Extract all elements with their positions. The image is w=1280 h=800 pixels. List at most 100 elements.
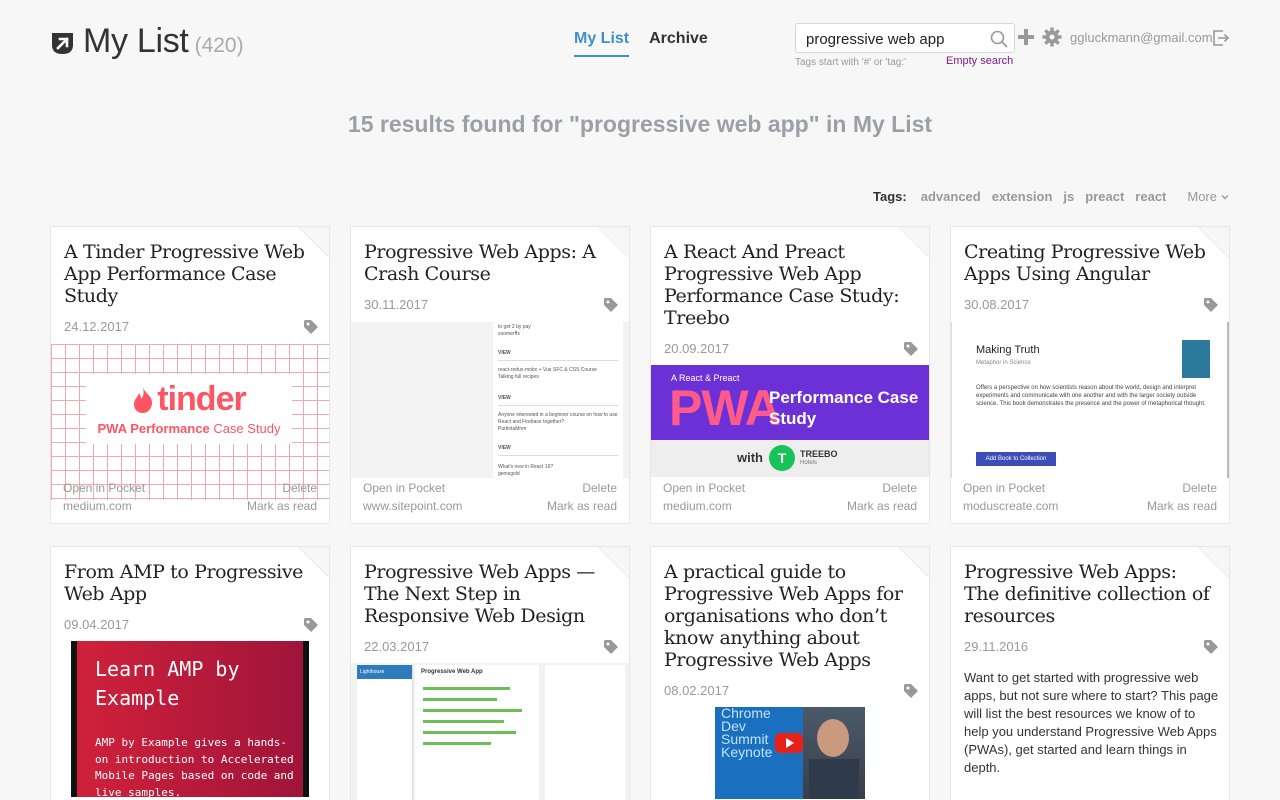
feed-line: to get 2 by pay — [498, 324, 531, 330]
card-footer: Open in Pocket Delete medium.com Mark as r… — [663, 479, 917, 515]
report-line — [423, 709, 523, 712]
card-source[interactable]: medium.com — [63, 497, 132, 515]
speaker-photo — [803, 707, 865, 799]
article-card[interactable]: Progressive Web Apps: The definitive col… — [950, 546, 1230, 800]
search-input[interactable] — [806, 29, 986, 49]
card-excerpt: Want to get started with progressive web… — [964, 670, 1219, 775]
user-email[interactable]: ggluckmann@gmail.com — [1070, 30, 1213, 45]
add-book-button: Add Book to Collection — [976, 452, 1056, 466]
tab-my-list[interactable]: My List — [574, 30, 630, 57]
card-date: 24.12.2017 — [64, 319, 130, 334]
open-in-pocket-link[interactable]: Open in Pocket — [963, 479, 1045, 497]
card-title[interactable]: Progressive Web Apps: The definitive col… — [964, 561, 1212, 627]
social-feed — [545, 665, 625, 800]
card-title[interactable]: Progressive Web Apps — The Next Step in … — [364, 561, 612, 627]
tags-more-dropdown[interactable]: More — [1187, 189, 1230, 204]
card-date: 09.04.2017 — [64, 617, 130, 632]
tab-archive[interactable]: Archive — [649, 30, 708, 57]
card-source[interactable]: moduscreate.com — [963, 497, 1058, 515]
pwa-with: with — [737, 450, 763, 465]
search-hint: Tags start with '#' or 'tag:' — [795, 57, 907, 68]
feed-line: PurtiotaMnm — [498, 426, 527, 432]
tag-icon[interactable] — [1203, 639, 1219, 655]
open-in-pocket-link[interactable]: Open in Pocket — [663, 479, 745, 497]
pwa-brand-strip: with T TREEBO Hotels — [651, 440, 929, 477]
article-card[interactable]: Progressive Web Apps: A Crash Course 30.… — [350, 226, 630, 524]
logout-icon[interactable] — [1212, 29, 1230, 47]
report-line — [423, 720, 504, 723]
card-title[interactable]: Creating Progressive Web Apps Using Angu… — [964, 241, 1212, 285]
empty-search-link[interactable]: Empty search — [946, 55, 1013, 67]
treebo-brand: TREEBO — [800, 449, 838, 459]
logo[interactable]: My List (420) — [50, 22, 244, 61]
tag-icon[interactable] — [603, 639, 619, 655]
article-card[interactable]: A practical guide to Progressive Web App… — [650, 546, 930, 800]
article-card[interactable]: From AMP to Progressive Web App 09.04.20… — [50, 546, 330, 800]
book-description: Offers a perspective on how scientists r… — [976, 385, 1206, 407]
card-date: 29.11.2016 — [964, 639, 1029, 654]
pocket-logo-icon — [52, 33, 73, 54]
tag-icon[interactable] — [303, 617, 319, 633]
card-thumbnail[interactable]: Making Truth Metaphor in Science Offers … — [951, 322, 1229, 478]
lighthouse-report: Progressive Web App — [415, 665, 539, 800]
mark-as-read-link[interactable]: Mark as read — [1147, 497, 1217, 515]
tag-icon[interactable] — [903, 683, 919, 699]
mark-as-read-link[interactable]: Mark as read — [847, 497, 917, 515]
card-title[interactable]: Progressive Web Apps: A Crash Course — [364, 241, 612, 285]
card-title[interactable]: A practical guide to Progressive Web App… — [664, 561, 912, 671]
report-line — [423, 687, 510, 690]
card-thumbnail[interactable]: Learn AMP by Example AMP by Example give… — [51, 641, 329, 797]
feed-line: Anyone interested in a beginner course o… — [498, 412, 618, 425]
add-item-icon[interactable] — [1016, 27, 1036, 47]
card-thumbnail[interactable]: tinder PWA Performance Case Study — [51, 344, 329, 500]
gear-icon[interactable] — [1042, 27, 1062, 47]
tag-icon[interactable] — [303, 319, 319, 335]
feed-line: react-redux-mobx + Vue SFC & CSS Course — [498, 367, 597, 373]
search-box — [795, 23, 1015, 53]
article-card[interactable]: Progressive Web Apps — The Next Step in … — [350, 546, 630, 800]
tags-filter: Tags: advanced extension js preact react… — [873, 189, 1230, 204]
card-date: 30.11.2017 — [364, 297, 429, 312]
pwa-headline: Performance Case Study — [769, 388, 919, 428]
open-in-pocket-link[interactable]: Open in Pocket — [63, 479, 145, 497]
card-title[interactable]: A Tinder Progressive Web App Performance… — [64, 241, 312, 307]
feed-line: Talking full recipes — [498, 374, 539, 380]
pwa-big-text: PWA — [669, 380, 781, 436]
tag-icon[interactable] — [1203, 297, 1219, 313]
card-footer: Open in Pocket Delete www.sitepoint.com Ma… — [363, 479, 617, 515]
delete-link[interactable]: Delete — [882, 479, 917, 497]
article-card[interactable]: A React And Preact Progressive Web App P… — [650, 226, 930, 524]
feed-line: What's new in React 16? — [498, 464, 554, 470]
card-thumbnail[interactable]: A React & Preact PWA Performance Case St… — [651, 365, 929, 477]
feed-line: VIEW — [498, 350, 618, 361]
delete-link[interactable]: Delete — [282, 479, 317, 497]
open-in-pocket-link[interactable]: Open in Pocket — [363, 479, 445, 497]
tinder-caption-strong: PWA Performance — [97, 421, 210, 436]
card-date: 08.02.2017 — [664, 683, 730, 698]
delete-link[interactable]: Delete — [582, 479, 617, 497]
amp-heading: Learn AMP by Example — [95, 657, 240, 710]
lighthouse-sidebar: Lighthouse — [357, 665, 413, 800]
tag-extension[interactable]: extension — [992, 189, 1053, 204]
mark-as-read-link[interactable]: Mark as read — [247, 497, 317, 515]
card-thumbnail[interactable]: to get 2 by pay zoomerffs VIEW react-red… — [351, 322, 629, 478]
tag-react[interactable]: react — [1135, 189, 1166, 204]
tag-js[interactable]: js — [1063, 189, 1074, 204]
chevron-down-icon — [1221, 194, 1229, 199]
search-icon[interactable] — [990, 30, 1008, 48]
tag-preact[interactable]: preact — [1085, 189, 1124, 204]
card-footer: Open in Pocket Delete medium.com Mark as r… — [63, 479, 317, 515]
card-thumbnail[interactable]: Chrome Dev Summit Keynote — [715, 707, 865, 799]
article-card[interactable]: A Tinder Progressive Web App Performance… — [50, 226, 330, 524]
tag-advanced[interactable]: advanced — [921, 189, 981, 204]
card-thumbnail[interactable]: Lighthouse Progressive Web App — [351, 663, 629, 800]
card-source[interactable]: medium.com — [663, 497, 732, 515]
article-card[interactable]: Creating Progressive Web Apps Using Angu… — [950, 226, 1230, 524]
card-title[interactable]: From AMP to Progressive Web App — [64, 561, 312, 605]
card-title[interactable]: A React And Preact Progressive Web App P… — [664, 241, 912, 329]
tag-icon[interactable] — [603, 297, 619, 313]
tag-icon[interactable] — [903, 341, 919, 357]
delete-link[interactable]: Delete — [1182, 479, 1217, 497]
mark-as-read-link[interactable]: Mark as read — [547, 497, 617, 515]
card-source[interactable]: www.sitepoint.com — [363, 497, 462, 515]
